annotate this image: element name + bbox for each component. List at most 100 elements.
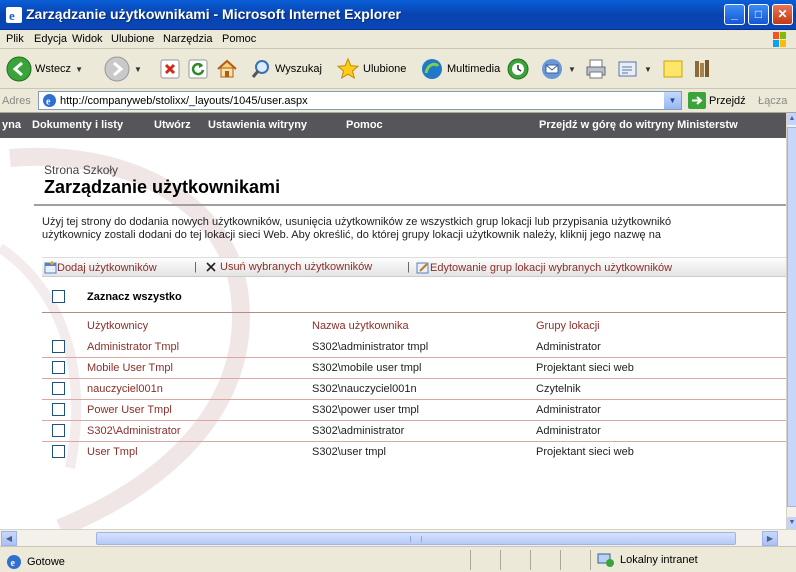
zone-label: Lokalny intranet (620, 554, 698, 566)
row-checkbox[interactable] (52, 445, 65, 458)
select-all-label: Zaznacz wszystko (87, 291, 182, 303)
scroll-right-icon[interactable]: ▶ (762, 531, 778, 546)
column-header-username[interactable]: Nazwa użytkownika (312, 320, 409, 332)
address-dropdown-icon[interactable]: ▼ (664, 92, 681, 109)
column-header-users[interactable]: Użytkownicy (87, 320, 148, 332)
user-site-group: Administrator (536, 404, 601, 416)
horizontal-scroll-thumb[interactable] (96, 532, 736, 545)
row-checkbox[interactable] (52, 340, 65, 353)
favorites-button[interactable]: Ulubione (336, 55, 406, 83)
row-checkbox[interactable] (52, 424, 65, 437)
table-row: Mobile User Tmpl S302\mobile user tmpl P… (42, 357, 786, 378)
row-checkbox[interactable] (52, 382, 65, 395)
user-link[interactable]: Mobile User Tmpl (87, 362, 173, 374)
action-separator: | (407, 261, 410, 273)
links-toolbar[interactable]: Łącza (758, 95, 787, 107)
mail-button[interactable]: ▼ (540, 55, 576, 83)
toolbar: Wstecz ▼ ▼ Wyszukaj Ulubione Multimedia … (0, 49, 796, 89)
action-toolbar: Dodaj użytkowników | Usuń wybranych użyt… (42, 257, 786, 277)
user-login: S302\mobile user tmpl (312, 362, 422, 374)
delete-x-icon (206, 262, 216, 272)
back-button[interactable]: Wstecz ▼ (6, 55, 83, 83)
back-dropdown-icon[interactable]: ▼ (75, 65, 83, 74)
user-login: S302\nauczyciel001n (312, 383, 417, 395)
user-site-group: Czytelnik (536, 383, 581, 395)
nav-create[interactable]: Utwórz (154, 119, 191, 131)
messenger-button[interactable] (692, 55, 714, 83)
forward-button[interactable]: ▼ (104, 55, 142, 83)
add-users-button[interactable]: Dodaj użytkowników (44, 261, 157, 274)
address-label: Adres (2, 95, 31, 107)
scroll-down-icon[interactable]: ▼ (787, 517, 796, 529)
nav-home[interactable]: yna (2, 119, 21, 131)
page-title: Zarządzanie użytkownikami (44, 177, 281, 197)
refresh-icon (188, 59, 208, 79)
edit-site-groups-button[interactable]: Edytowanie grup lokacji wybranych użytko… (416, 261, 672, 274)
menu-file[interactable]: Plik (6, 33, 24, 45)
menu-favorites[interactable]: Ulubione (111, 33, 154, 45)
go-button[interactable]: Przejdź (688, 92, 746, 109)
forward-dropdown-icon[interactable]: ▼ (134, 65, 142, 74)
refresh-button[interactable] (188, 55, 208, 83)
user-login: S302\administrator (312, 425, 405, 437)
address-url: http://companyweb/stolixx/_layouts/1045/… (60, 95, 308, 107)
nav-documents-lists[interactable]: Dokumenty i listy (32, 119, 123, 131)
home-icon (217, 59, 237, 78)
nav-up-to-parent-site[interactable]: Przejdź w górę do witryny Ministerstw (539, 119, 738, 131)
edit-dropdown-icon[interactable]: ▼ (644, 65, 652, 74)
vertical-scroll-thumb[interactable] (787, 127, 796, 507)
forward-arrow-icon (104, 56, 130, 82)
status-divider (470, 550, 471, 570)
scroll-up-icon[interactable]: ▲ (787, 113, 796, 125)
favorites-star-icon (336, 57, 360, 80)
user-link[interactable]: Administrator Tmpl (87, 341, 179, 353)
row-checkbox[interactable] (52, 361, 65, 374)
stop-icon (160, 59, 180, 79)
table-row: Administrator Tmpl S302\administrator tm… (42, 336, 786, 357)
table-row: User Tmpl S302\user tmpl Projektant siec… (42, 441, 786, 462)
security-zone: Lokalny intranet (590, 550, 796, 570)
column-header-site-groups[interactable]: Grupy lokacji (536, 320, 600, 332)
nav-site-settings[interactable]: Ustawienia witryny (208, 119, 307, 131)
select-all-checkbox[interactable] (52, 290, 65, 303)
window-title-bar: e Zarządzanie użytkownikami - Microsoft … (0, 0, 796, 30)
scroll-left-icon[interactable]: ◀ (1, 531, 17, 546)
menu-edit[interactable]: Edycja (34, 33, 67, 45)
status-bar: e Gotowe Lokalny intranet (0, 546, 796, 572)
mail-icon (542, 59, 562, 79)
mail-dropdown-icon[interactable]: ▼ (568, 65, 576, 74)
print-icon (586, 59, 606, 79)
history-button[interactable] (506, 55, 530, 83)
media-button[interactable]: Multimedia (420, 55, 500, 83)
status-divider (500, 550, 501, 570)
table-row: Power User Tmpl S302\power user tmpl Adm… (42, 399, 786, 420)
address-input[interactable]: e http://companyweb/stolixx/_layouts/104… (38, 91, 682, 110)
edit-button[interactable]: ▼ (616, 55, 652, 83)
row-checkbox[interactable] (52, 403, 65, 416)
home-button[interactable] (216, 55, 238, 83)
horizontal-scrollbar[interactable]: ◀ ▶ (0, 529, 796, 546)
discuss-button[interactable] (662, 55, 684, 83)
remove-users-button[interactable]: Usuń wybranych użytkowników (205, 261, 372, 273)
search-button[interactable]: Wyszukaj (250, 55, 322, 83)
user-link[interactable]: nauczyciel001n (87, 383, 163, 395)
user-login: S302\power user tmpl (312, 404, 419, 416)
print-button[interactable] (584, 55, 608, 83)
user-link[interactable]: User Tmpl (87, 446, 138, 458)
site-name[interactable]: Strona Szkoły (44, 163, 118, 177)
menu-help[interactable]: Pomoc (222, 33, 256, 45)
menu-tools[interactable]: Narzędzia (163, 33, 213, 45)
minimize-button[interactable]: _ (724, 4, 745, 25)
vertical-scrollbar[interactable]: ▲ ▼ (786, 113, 796, 529)
user-login: S302\user tmpl (312, 446, 386, 458)
page-content: yna Dokumenty i listy Utwórz Ustawienia … (0, 113, 786, 529)
user-link[interactable]: Power User Tmpl (87, 404, 172, 416)
nav-help[interactable]: Pomoc (346, 119, 383, 131)
close-button[interactable]: ✕ (772, 4, 793, 25)
edit-page-icon (618, 61, 637, 77)
stop-button[interactable] (160, 55, 180, 83)
maximize-button[interactable]: □ (748, 4, 769, 25)
user-link[interactable]: S302\Administrator (87, 425, 181, 437)
menu-view[interactable]: Widok (72, 33, 103, 45)
page-icon: e (43, 94, 56, 108)
